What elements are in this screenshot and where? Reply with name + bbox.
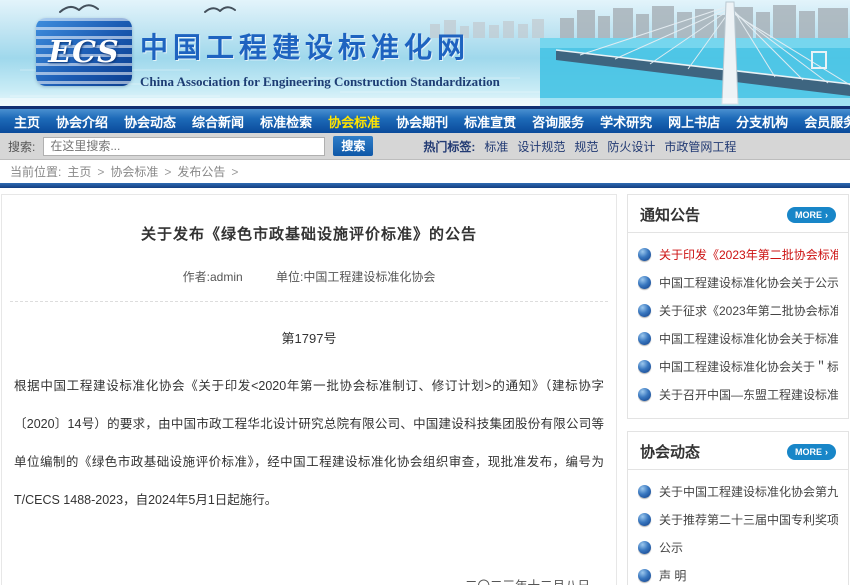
globe-icon [638,248,651,261]
globe-icon [638,485,651,498]
notice-box: 通知公告 MORE › 关于印发《2023年第二批协会标准制 中国工程建设标准化… [627,194,849,419]
breadcrumb: 当前位置: 主页 > 协会标准 > 发布公告 > [0,160,850,183]
nav-item-about[interactable]: 协会介绍 [48,112,116,131]
article-meta: 作者:admin 单位:中国工程建设标准化协会 [2,268,616,285]
globe-icon [638,276,651,289]
more-arrow-icon: › [825,209,828,221]
hot-tag[interactable]: 规范 [574,138,598,155]
hot-tags: 热门标签: 标准 设计规范 规范 防火设计 市政管网工程 [423,138,736,155]
globe-icon [638,304,651,317]
notice-link[interactable]: 关于印发《2023年第二批协会标准制 [659,246,838,263]
list-item[interactable]: 关于召开中国—东盟工程建设标准国际 [638,380,838,408]
breadcrumb-label: 当前位置: [10,163,61,180]
globe-icon [638,513,651,526]
news-title: 协会动态 [640,441,700,462]
main-nav: 主页 协会介绍 协会动态 综合新闻 标准检索 协会标准 协会期刊 标准宣贯 咨询… [0,106,850,133]
notice-link[interactable]: 关于召开中国—东盟工程建设标准国际 [659,386,838,403]
notice-list: 关于印发《2023年第二批协会标准制 中国工程建设标准化协会关于公示＂数 关于征… [628,233,848,418]
nav-item-general-news[interactable]: 综合新闻 [184,112,252,131]
notice-title: 通知公告 [640,204,700,225]
news-header: 协会动态 MORE › [628,432,848,470]
more-label: MORE [795,209,822,221]
search-bar: 搜索: 搜索 热门标签: 标准 设计规范 规范 防火设计 市政管网工程 [0,133,850,160]
nav-item-branches[interactable]: 分支机构 [728,112,796,131]
notice-more-button[interactable]: MORE › [787,207,836,223]
breadcrumb-home[interactable]: 主页 [67,163,91,180]
news-link[interactable]: 关于推荐第二十三届中国专利奖项目的 [659,511,838,528]
globe-icon [638,332,651,345]
document-number: 第1797号 [2,328,616,347]
hot-tag[interactable]: 标准 [484,138,508,155]
site-subtitle: China Association for Engineering Constr… [140,74,500,90]
notice-link[interactable]: 中国工程建设标准化协会关于标准科技 [659,330,838,347]
news-box: 协会动态 MORE › 关于中国工程建设标准化协会第九届理 关于推荐第二十三届中… [627,431,849,585]
article-body: 根据中国工程建设标准化协会《关于印发<2020年第一批协会标准制订、修订计划>的… [14,367,604,519]
hot-tag[interactable]: 市政管网工程 [664,138,736,155]
article-title: 关于发布《绿色市政基础设施评价标准》的公告 [2,223,616,244]
page: ECS 中国工程建设标准化网 China Association for Eng… [0,0,850,585]
hot-tag[interactable]: 设计规范 [517,138,565,155]
site-header: ECS 中国工程建设标准化网 China Association for Eng… [0,0,850,106]
list-item[interactable]: 公示 [638,533,838,561]
notice-link[interactable]: 关于征求《2023年第二批协会标准制 [659,302,838,319]
article: 关于发布《绿色市政基础设施评价标准》的公告 作者:admin 单位:中国工程建设… [1,194,617,585]
nav-item-association-standards[interactable]: 协会标准 [320,112,388,131]
site-logo[interactable]: ECS [36,18,132,86]
list-item[interactable]: 关于征求《2023年第二批协会标准制 [638,296,838,324]
nav-item-association-news[interactable]: 协会动态 [116,112,184,131]
news-link[interactable]: 声 明 [659,567,686,584]
list-item[interactable]: 关于中国工程建设标准化协会第九届理 [638,477,838,505]
hot-tag[interactable]: 防火设计 [607,138,655,155]
list-item[interactable]: 关于印发《2023年第二批协会标准制 [638,240,838,268]
content-area: 关于发布《绿色市政基础设施评价标准》的公告 作者:admin 单位:中国工程建设… [0,188,850,585]
list-item[interactable]: 声 明 [638,561,838,585]
globe-icon [638,360,651,373]
nav-item-standard-promotion[interactable]: 标准宣贯 [456,112,524,131]
list-item[interactable]: 关于推荐第二十三届中国专利奖项目的 [638,505,838,533]
notice-header: 通知公告 MORE › [628,195,848,233]
article-date: 二〇二三年十二月八日 [2,575,590,585]
news-more-button[interactable]: MORE › [787,444,836,460]
nav-item-journal[interactable]: 协会期刊 [388,112,456,131]
search-label: 搜索: [8,138,35,155]
globe-icon [638,541,651,554]
article-author: 作者:admin [183,270,243,284]
hot-tags-label: 热门标签: [423,138,475,155]
site-title: 中国工程建设标准化网 [140,26,500,66]
nav-item-consulting[interactable]: 咨询服务 [524,112,592,131]
notice-link[interactable]: 中国工程建设标准化协会关于公示＂数 [659,274,838,291]
logo-text: ECS [48,35,119,70]
nav-item-home[interactable]: 主页 [6,112,48,131]
search-input[interactable] [43,137,325,156]
list-item[interactable]: 中国工程建设标准化协会关于＂标准科 [638,352,838,380]
breadcrumb-association-standards[interactable]: 协会标准 [110,163,158,180]
breadcrumb-announcements[interactable]: 发布公告 [177,163,225,180]
nav-item-standard-search[interactable]: 标准检索 [252,112,320,131]
news-link[interactable]: 关于中国工程建设标准化协会第九届理 [659,483,838,500]
news-list: 关于中国工程建设标准化协会第九届理 关于推荐第二十三届中国专利奖项目的 公示 声… [628,470,848,585]
breadcrumb-separator: > [164,165,171,179]
news-link[interactable]: 公示 [659,539,683,556]
nav-item-academic-research[interactable]: 学术研究 [592,112,660,131]
search-button[interactable]: 搜索 [333,136,373,156]
list-item[interactable]: 中国工程建设标准化协会关于标准科技 [638,324,838,352]
notice-link[interactable]: 中国工程建设标准化协会关于＂标准科 [659,358,838,375]
nav-item-member-services[interactable]: 会员服务 [796,112,850,131]
breadcrumb-separator: > [97,165,104,179]
site-titles: 中国工程建设标准化网 China Association for Enginee… [140,26,500,90]
globe-icon [638,569,651,582]
article-unit: 单位:中国工程建设标准化协会 [276,270,435,284]
sidebar: 通知公告 MORE › 关于印发《2023年第二批协会标准制 中国工程建设标准化… [627,194,849,585]
nav-item-bookstore[interactable]: 网上书店 [660,112,728,131]
breadcrumb-separator: > [231,165,238,179]
meta-divider [10,301,608,302]
more-label: MORE [795,446,822,458]
list-item[interactable]: 中国工程建设标准化协会关于公示＂数 [638,268,838,296]
more-arrow-icon: › [825,446,828,458]
globe-icon [638,388,651,401]
